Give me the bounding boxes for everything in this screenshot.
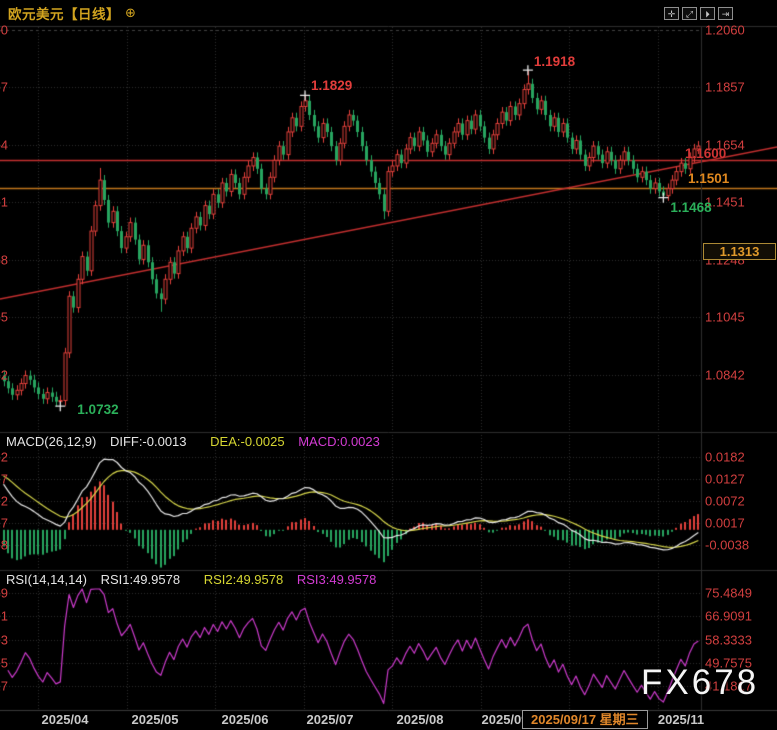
latest-bar-icon[interactable]: ⇥ <box>718 7 733 20</box>
rsi-axis-label-left: 58.3333 <box>0 633 8 646</box>
macd-axis-label-left: 0.0127 <box>0 473 8 486</box>
price-annotation: 1.1918 <box>534 54 575 69</box>
x-axis-label: 2025/11 <box>658 712 704 727</box>
rsi2-value: RSI2:49.9578 <box>204 572 284 587</box>
price-annotation: 1.0732 <box>77 402 118 417</box>
rsi-axis-label: 58.3333 <box>705 633 752 646</box>
rsi3-value: RSI3:49.9578 <box>297 572 377 587</box>
fx678-watermark: FX678 <box>641 663 759 703</box>
price-axis-label: 1.1045 <box>705 311 745 324</box>
x-axis-label: 2025/04 <box>42 712 89 727</box>
price-axis-label-left: 1.2060 <box>0 24 8 37</box>
chart-canvas[interactable] <box>0 0 777 730</box>
rsi-axis-label: 75.4849 <box>705 587 752 600</box>
rsi-axis-label: 66.9091 <box>705 610 752 623</box>
chart-toolbar: ✛ ⤢ ⏵ ⇥ <box>664 7 733 20</box>
x-axis-label: 2025/07 <box>307 712 354 727</box>
level-label: 1.1600 <box>685 146 726 161</box>
macd-dea-value: DEA:-0.0025 <box>210 434 284 449</box>
rsi-axis-label-left: 75.4849 <box>0 587 8 600</box>
autoplay-icon[interactable]: ⏵ <box>700 7 715 20</box>
price-axis-label-left: 1.0842 <box>0 368 8 381</box>
price-annotation: 1.1829 <box>311 78 352 93</box>
macd-axis-label: 0.0182 <box>705 451 745 464</box>
instrument-title: 欧元美元【日线】 <box>8 3 120 23</box>
level-label: 1.1501 <box>688 171 729 186</box>
rsi-label-row: RSI(14,14,14) RSI1:49.9578 RSI2:49.9578 … <box>6 572 386 587</box>
pan-icon[interactable]: ✛ <box>664 7 679 20</box>
price-axis-label: 1.2060 <box>705 24 745 37</box>
price-axis-label-left: 1.1654 <box>0 138 8 151</box>
macd-axis-label: 0.0072 <box>705 495 745 508</box>
crosshair-price-label: 1.1313 <box>703 243 776 260</box>
title-bar: 欧元美元【日线】 ⊕ <box>0 0 777 26</box>
macd-label-row: MACD(26,12,9) DIFF:-0.0013 DEA:-0.0025 M… <box>6 434 390 449</box>
macd-bar-value: MACD:0.0023 <box>298 434 380 449</box>
macd-axis-label-left: -0.0038 <box>0 539 8 552</box>
macd-axis-label-left: 0.0072 <box>0 495 8 508</box>
rsi-axis-label-left: 49.7575 <box>0 656 8 669</box>
chart-window: 欧元美元【日线】 ⊕ ✛ ⤢ ⏵ ⇥ MACD(26,12,9) DIFF:-0… <box>0 0 777 730</box>
fit-chart-icon[interactable]: ⤢ <box>682 7 697 20</box>
rsi-axis-label-left: 41.1817 <box>0 680 8 693</box>
circle-plus-icon[interactable]: ⊕ <box>125 5 136 21</box>
macd-axis-label-left: 0.0182 <box>0 451 8 464</box>
rsi-axis-label-left: 66.9091 <box>0 610 8 623</box>
price-axis-label-left: 1.1045 <box>0 311 8 324</box>
x-axis-label: 2025/08 <box>397 712 444 727</box>
rsi-params-rsi1: RSI(14,14,14) RSI1:49.9578 <box>6 572 190 587</box>
price-axis-label: 1.0842 <box>705 368 745 381</box>
macd-params-diff: MACD(26,12,9) DIFF:-0.0013 <box>6 434 197 449</box>
macd-axis-label-left: 0.0017 <box>0 517 8 530</box>
x-axis-label: 2025/05 <box>132 712 179 727</box>
price-annotation: 1.1468 <box>670 200 711 215</box>
macd-axis-label: -0.0038 <box>705 539 749 552</box>
price-axis-label: 1.1857 <box>705 81 745 94</box>
price-axis-label-left: 1.1857 <box>0 81 8 94</box>
crosshair-date-label: 2025/09/17 星期三 <box>522 710 648 729</box>
price-axis-label-left: 1.1451 <box>0 196 8 209</box>
macd-axis-label: 0.0017 <box>705 517 745 530</box>
x-axis-label: 2025/06 <box>222 712 269 727</box>
macd-axis-label: 0.0127 <box>705 473 745 486</box>
price-axis-label-left: 1.1248 <box>0 253 8 266</box>
